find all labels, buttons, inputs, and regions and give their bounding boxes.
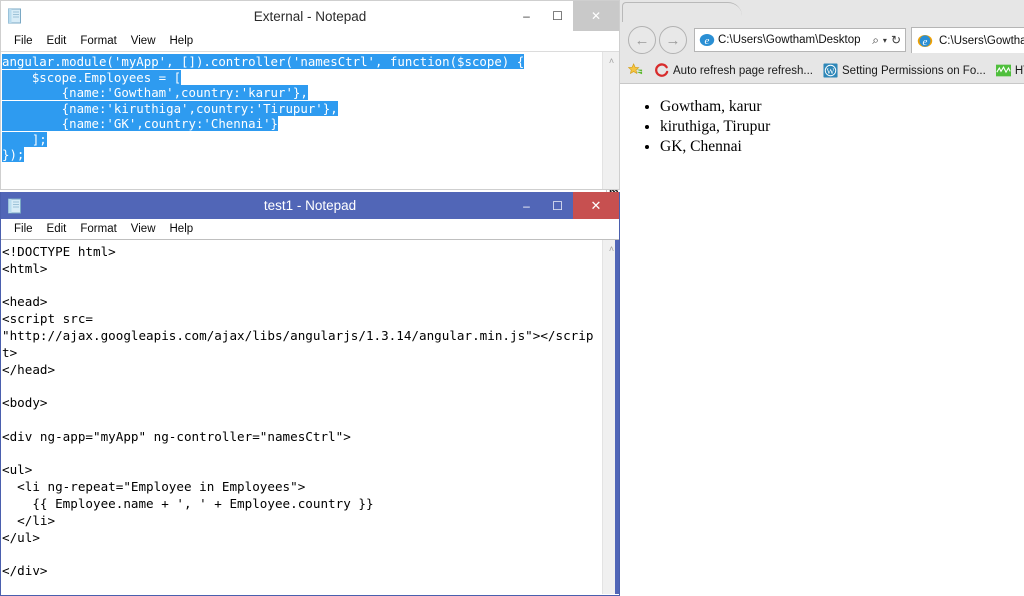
menu-help[interactable]: Help: [163, 223, 201, 235]
window-controls: – ☐ ✕: [511, 192, 619, 219]
menubar: File Edit Format View Help: [1, 31, 619, 51]
code-line: {{ Employee.name + ', ' + Employee.count…: [2, 495, 374, 511]
screen: c ] OS ic m ← → e C:\Users\Gowtham\Deskt…: [0, 0, 1024, 596]
ie-navigation-bar: ← → e C:\Users\Gowtham\Desktop ⌕ ▾ ↻ e C…: [620, 22, 1024, 58]
chevron-down-icon[interactable]: ▾: [881, 36, 889, 45]
menu-help[interactable]: Help: [163, 35, 201, 47]
address-bar-value: C:\Users\Gowtham\Desktop: [718, 34, 861, 46]
titlebar[interactable]: test1 - Notepad – ☐ ✕: [1, 192, 619, 219]
titlebar[interactable]: External - Notepad – ☐ ✕: [1, 1, 619, 31]
internet-explorer-window[interactable]: ← → e C:\Users\Gowtham\Desktop ⌕ ▾ ↻ e C…: [620, 0, 1024, 596]
list-item: kiruthiga, Tirupur: [660, 117, 1024, 136]
code-line: {name:'kiruthiga',country:'Tirupur'},: [2, 100, 338, 116]
code-line: </div>: [2, 563, 48, 579]
maximize-button[interactable]: ☐: [542, 192, 573, 219]
code-line: <body>: [2, 395, 48, 411]
code-content[interactable]: <!DOCTYPE html> <html> <head> <script sr…: [1, 240, 619, 580]
code-line: <li ng-repeat="Employee in Employees">: [2, 479, 306, 495]
favorite-item-html[interactable]: HTM: [995, 63, 1024, 78]
code-line: <head>: [2, 294, 48, 310]
code-line: </head>: [2, 361, 56, 377]
forward-arrow-icon: →: [665, 31, 681, 49]
back-arrow-icon: ←: [634, 31, 650, 49]
vertical-scrollbar[interactable]: ˄: [602, 52, 619, 189]
browser-tab-title: C:\Users\Gowtha: [939, 34, 1024, 47]
menu-file[interactable]: File: [7, 35, 40, 47]
ie-tab-background[interactable]: [622, 2, 742, 24]
svg-text:e: e: [923, 36, 928, 48]
text-editor-area[interactable]: angular.module('myApp', []).controller('…: [1, 51, 619, 189]
window-controls: – ☐ ✕: [511, 1, 619, 31]
code-line: </ul>: [2, 529, 40, 545]
code-line: <script src=: [2, 311, 93, 327]
scroll-up-arrow-icon[interactable]: ˄: [603, 52, 619, 69]
code-line: "http://ajax.googleapis.com/ajax/libs/an…: [2, 327, 594, 343]
minimize-button[interactable]: –: [511, 1, 542, 31]
code-line: </li>: [2, 512, 56, 528]
list-item: Gowtham, karur: [660, 97, 1024, 116]
favorite-label: HTM: [1014, 64, 1024, 77]
menu-edit[interactable]: Edit: [40, 223, 74, 235]
list-item: GK, Chennai: [660, 137, 1024, 156]
code-line: <div ng-app="myApp" ng-controller="names…: [2, 428, 351, 444]
menu-file[interactable]: File: [7, 223, 40, 235]
code-line: t>: [2, 344, 18, 360]
svg-text:e: e: [705, 35, 710, 47]
window-right-border: [615, 240, 619, 594]
ie-tab-strip: [620, 0, 1024, 24]
favorite-item-setting-permissions[interactable]: W Setting Permissions on Fo...: [823, 63, 986, 78]
maximize-button[interactable]: ☐: [542, 1, 573, 31]
page-content-area: Gowtham, karur kiruthiga, Tirupur GK, Ch…: [620, 85, 1024, 596]
refresh-icon[interactable]: ↻: [889, 33, 903, 47]
close-button[interactable]: ✕: [573, 1, 619, 31]
menu-view[interactable]: View: [124, 35, 163, 47]
employee-list: Gowtham, karur kiruthiga, Tirupur GK, Ch…: [620, 97, 1024, 156]
close-button[interactable]: ✕: [573, 192, 619, 219]
star-icon: [628, 63, 643, 78]
minimize-button[interactable]: –: [511, 192, 542, 219]
text-editor-area[interactable]: <!DOCTYPE html> <html> <head> <script sr…: [1, 239, 619, 594]
wordpress-icon: W: [823, 63, 838, 78]
code-line: ];: [2, 131, 47, 147]
menu-edit[interactable]: Edit: [40, 35, 74, 47]
svg-text:W: W: [827, 66, 835, 76]
menu-view[interactable]: View: [124, 223, 163, 235]
favorite-label: Setting Permissions on Fo...: [842, 64, 986, 77]
browser-tab[interactable]: e C:\Users\Gowtha: [911, 27, 1024, 53]
code-line: {name:'GK',country:'Chennai'}: [2, 116, 279, 131]
code-line: <!DOCTYPE html>: [2, 244, 116, 259]
code-line: });: [2, 147, 25, 162]
favorite-label: Auto refresh page refresh...: [673, 64, 813, 77]
menubar: File Edit Format View Help: [1, 219, 619, 239]
w3c-icon: [995, 63, 1011, 78]
notepad-window-test1[interactable]: test1 - Notepad – ☐ ✕ File Edit Format V…: [0, 192, 620, 596]
code-content[interactable]: angular.module('myApp', []).controller('…: [1, 52, 619, 163]
code-line: {name:'Gowtham',country:'karur'},: [2, 85, 308, 100]
favorites-bar: Auto refresh page refresh... W Setting P…: [620, 58, 1024, 84]
search-icon[interactable]: ⌕: [870, 33, 881, 48]
code-line: $scope.Employees = [: [2, 69, 182, 85]
forward-button[interactable]: →: [659, 26, 687, 54]
code-line: <html>: [2, 260, 48, 276]
ie-logo-icon: e: [699, 34, 715, 47]
back-button[interactable]: ←: [628, 26, 656, 54]
code-line: <ul>: [2, 462, 33, 478]
favorites-star-button[interactable]: [628, 63, 647, 78]
tab-ie-logo-icon: e: [917, 34, 933, 48]
menu-format[interactable]: Format: [73, 35, 123, 47]
notepad-icon: [7, 198, 23, 214]
chrome-c-icon: [654, 63, 669, 78]
favorite-item-auto-refresh[interactable]: Auto refresh page refresh...: [654, 63, 813, 78]
code-line: angular.module('myApp', []).controller('…: [2, 54, 525, 69]
menu-format[interactable]: Format: [73, 223, 123, 235]
notepad-icon: [7, 8, 23, 24]
address-bar[interactable]: e C:\Users\Gowtham\Desktop ⌕ ▾ ↻: [694, 28, 906, 52]
notepad-window-external[interactable]: External - Notepad – ☐ ✕ File Edit Forma…: [0, 0, 620, 190]
